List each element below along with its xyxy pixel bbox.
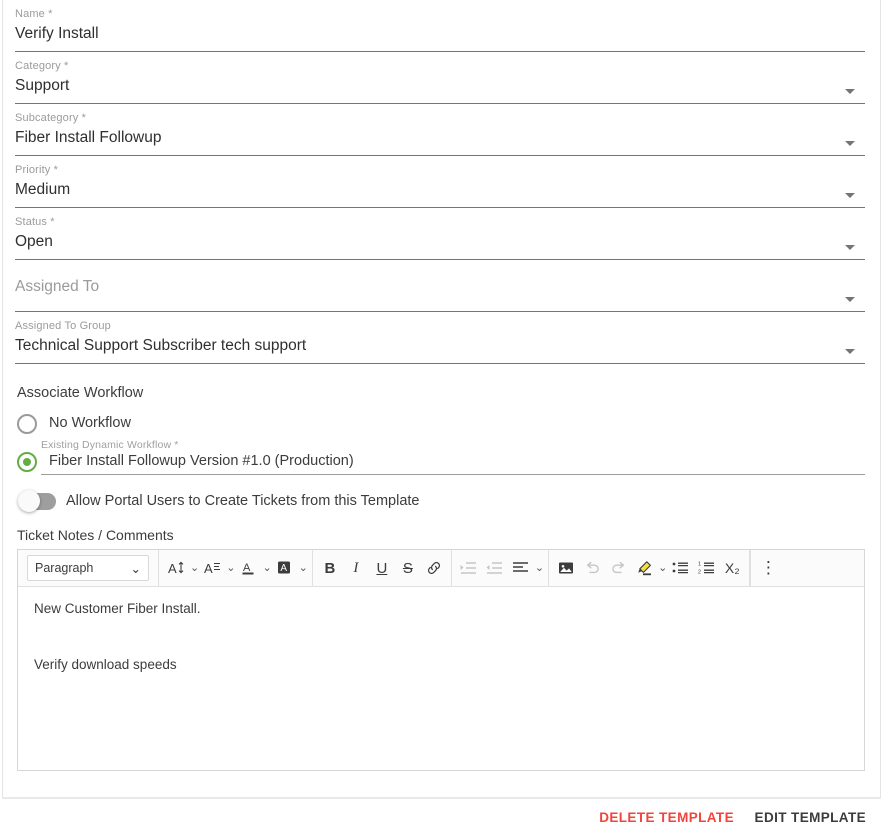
field-placeholder: Assigned To: [15, 278, 100, 295]
svg-text:A: A: [243, 562, 251, 574]
form-footer: DELETE TEMPLATE EDIT TEMPLATE: [2, 798, 881, 835]
chevron-down-icon[interactable]: ⌄: [658, 562, 667, 574]
form-field-name[interactable]: Name * Verify Install: [15, 8, 865, 52]
form-field-priority[interactable]: Priority * Medium: [15, 164, 865, 208]
field-value: Fiber Install Followup: [15, 129, 162, 146]
redo-icon[interactable]: [605, 553, 631, 583]
radio-no-workflow-circle[interactable]: [17, 414, 37, 434]
template-form-card: Name * Verify Install Category * Support Sub…: [2, 0, 881, 798]
toolbar-group-insert: ⌄ 12 X₂: [549, 549, 751, 587]
field-value: Technical Support Subscriber tech suppor…: [15, 337, 307, 354]
existing-dynamic-workflow-label-text: Existing Dynamic Workflow: [41, 439, 172, 451]
svg-text:A: A: [204, 561, 213, 576]
italic-icon[interactable]: I: [343, 553, 369, 583]
dropdown-arrow-icon[interactable]: [845, 245, 855, 250]
link-icon[interactable]: [421, 553, 447, 583]
toolbar-group-more: ⋮: [750, 549, 785, 587]
rich-text-editor: Paragraph ⌄ A ⌄ A ⌄ A ⌄ A ⌄ B I U S ⌄ ⌄ …: [17, 549, 865, 771]
toolbar-group-paragraph-format: ⌄: [452, 549, 550, 587]
highlighter-icon[interactable]: [631, 553, 657, 583]
form-field-subcategory[interactable]: Subcategory * Fiber Install Followup: [15, 112, 865, 156]
radio-existing-workflow-label: Fiber Install Followup Version #1.0 (Pro…: [49, 453, 354, 469]
chevron-down-icon[interactable]: ⌄: [535, 562, 544, 574]
more-options-icon[interactable]: ⋮: [755, 553, 781, 583]
undo-icon[interactable]: [579, 553, 605, 583]
toolbar-group-text-style: A ⌄ A ⌄ A ⌄ A ⌄: [159, 549, 313, 587]
paragraph-style-select[interactable]: Paragraph ⌄: [27, 555, 149, 581]
form-field-assigned-to[interactable]: Assigned To: [15, 268, 865, 312]
numbered-list-icon[interactable]: 12: [693, 553, 719, 583]
svg-text:1: 1: [698, 562, 701, 568]
chevron-down-icon[interactable]: ⌄: [299, 562, 308, 574]
bullet-list-icon[interactable]: [667, 553, 693, 583]
chevron-down-icon: ⌄: [130, 561, 141, 576]
portal-toggle-knob[interactable]: [18, 490, 40, 512]
chevron-down-icon[interactable]: ⌄: [226, 562, 235, 574]
existing-dynamic-workflow-label: Existing Dynamic Workflow *: [41, 439, 178, 451]
radio-selected-dot: [23, 458, 31, 466]
svg-text:A: A: [281, 563, 288, 574]
radio-no-workflow-label: No Workflow: [49, 415, 131, 431]
field-value: Medium: [15, 181, 71, 198]
editor-paragraph: New Customer Fiber Install.: [34, 601, 201, 616]
dropdown-arrow-icon[interactable]: [845, 89, 855, 94]
paragraph-style-value: Paragraph: [35, 561, 94, 575]
align-icon[interactable]: [508, 553, 534, 583]
line-height-icon[interactable]: A: [199, 553, 225, 583]
chevron-down-icon[interactable]: ⌄: [190, 562, 199, 574]
template-detail-page: Name * Verify Install Category * Support Sub…: [0, 0, 881, 835]
edit-template-button[interactable]: EDIT TEMPLATE: [755, 810, 866, 825]
dropdown-arrow-icon[interactable]: [845, 297, 855, 302]
field-label: Assigned To Group: [15, 320, 111, 332]
background-color-icon[interactable]: A: [272, 553, 298, 583]
form-field-assigned-to-group[interactable]: Assigned To Group Technical Support Subsc…: [15, 320, 865, 364]
field-value: Support: [15, 77, 70, 94]
font-size-icon[interactable]: A: [163, 553, 189, 583]
dropdown-arrow-icon[interactable]: [845, 141, 855, 146]
field-value: Verify Install: [15, 25, 99, 42]
strikethrough-icon[interactable]: S: [395, 553, 421, 583]
field-label: Category *: [15, 60, 69, 72]
portal-toggle-label: Allow Portal Users to Create Tickets fro…: [66, 493, 420, 509]
toolbar-group-paragraph: Paragraph ⌄: [18, 549, 159, 587]
svg-text:2: 2: [698, 569, 701, 575]
existing-workflow-underline: [41, 474, 865, 475]
field-label: Name *: [15, 8, 53, 20]
underline-icon[interactable]: U: [369, 553, 395, 583]
outdent-icon[interactable]: [482, 553, 508, 583]
field-label: Priority *: [15, 164, 59, 176]
form-field-category[interactable]: Category * Support: [15, 60, 865, 104]
form-field-status[interactable]: Status * Open: [15, 216, 865, 260]
editor-toolbar: Paragraph ⌄ A ⌄ A ⌄ A ⌄ A ⌄ B I U S ⌄ ⌄ …: [18, 549, 864, 587]
svg-text:A: A: [168, 561, 177, 576]
ticket-notes-label: Ticket Notes / Comments: [17, 527, 174, 543]
bold-icon[interactable]: B: [317, 553, 343, 583]
required-asterisk: *: [171, 439, 179, 451]
font-color-icon[interactable]: A: [235, 553, 261, 583]
chevron-down-icon[interactable]: ⌄: [262, 562, 271, 574]
toolbar-group-inline-format: B I U S: [313, 549, 452, 587]
field-value: Open: [15, 233, 53, 250]
editor-content-area[interactable]: New Customer Fiber Install. Verify downlo…: [18, 587, 864, 725]
field-label: Status *: [15, 216, 55, 228]
indent-icon[interactable]: [456, 553, 482, 583]
dropdown-arrow-icon[interactable]: [845, 193, 855, 198]
subscript-icon[interactable]: X₂: [719, 553, 745, 583]
field-label: Subcategory *: [15, 112, 87, 124]
dropdown-arrow-icon[interactable]: [845, 349, 855, 354]
editor-paragraph: Verify download speeds: [34, 657, 177, 672]
delete-template-button[interactable]: DELETE TEMPLATE: [599, 810, 734, 825]
insert-image-icon[interactable]: [553, 553, 579, 583]
associate-workflow-title: Associate Workflow: [17, 385, 144, 401]
radio-existing-workflow-circle[interactable]: [17, 452, 37, 472]
